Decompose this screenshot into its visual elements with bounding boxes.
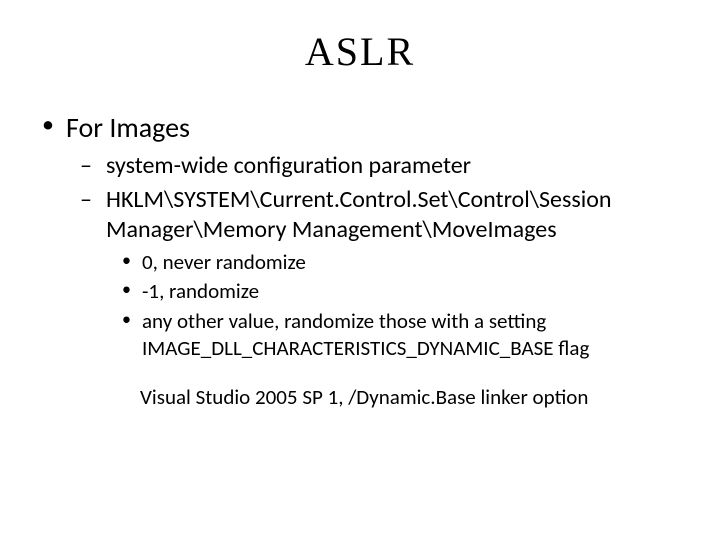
bullet-level1: For Images — [40, 110, 680, 145]
bullet-level3: any other value, randomize those with a … — [120, 308, 680, 363]
slide-body: For Images system-wide configuration par… — [40, 110, 680, 411]
bullet-level3: -1, randomize — [120, 278, 680, 305]
bullet-level2: system-wide configuration parameter — [80, 151, 680, 181]
bullet-level3: 0, never randomize — [120, 249, 680, 276]
footnote-text: Visual Studio 2005 SP 1, /Dynamic.Base l… — [140, 384, 680, 411]
bullet-level2: HKLM\SYSTEM\Current.Control.Set\Control\… — [80, 185, 680, 245]
slide-title: ASLR — [0, 28, 720, 75]
slide: ASLR For Images system-wide configuratio… — [0, 0, 720, 540]
